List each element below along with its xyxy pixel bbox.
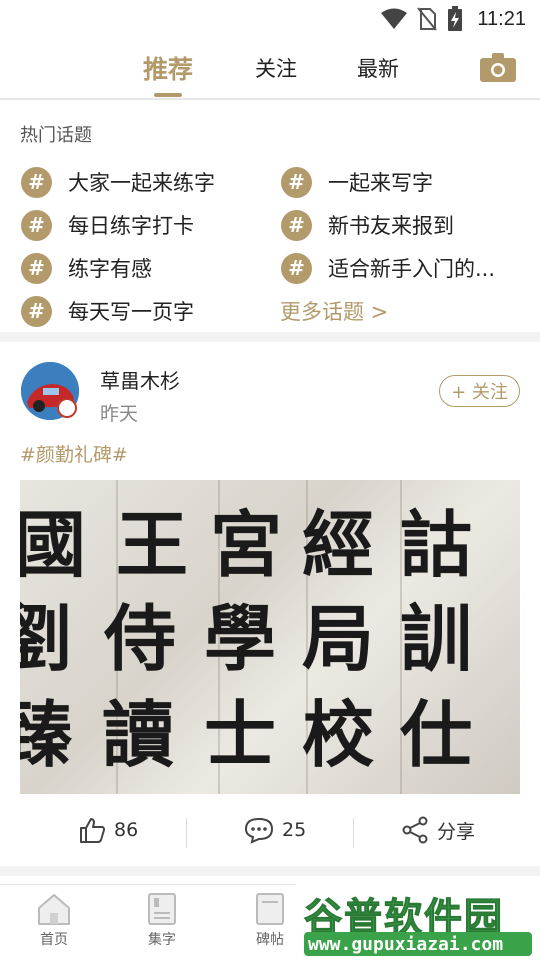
home-icon (38, 894, 70, 925)
status-bar: 11:21 (0, 0, 540, 38)
status-time: 11:21 (477, 7, 526, 30)
follow-button[interactable]: + 关注 (439, 375, 520, 407)
active-tab-indicator (154, 93, 182, 97)
post-time: 昨天 (100, 403, 139, 425)
nav-rubbings[interactable]: 碑帖 (235, 893, 305, 957)
topic-label: 每天写一页字 (68, 300, 194, 324)
wifi-icon (381, 8, 408, 29)
comment-button[interactable]: 25 (244, 806, 306, 854)
watermark-url: www.gupuxiazai.com (304, 932, 532, 956)
action-separator (353, 818, 354, 848)
calligraphy-char: 國 (20, 502, 87, 587)
calligraphy-char: 宮 (210, 502, 283, 587)
calligraphy-char: 侍 (104, 596, 177, 681)
nav-home[interactable]: 首页 (19, 893, 89, 957)
calligraphy-char: 學 (204, 596, 277, 681)
book-icon (148, 893, 176, 925)
top-divider (0, 98, 540, 100)
camera-icon (480, 53, 516, 82)
no-sim-icon (417, 7, 438, 31)
calligraphy-char: 詁 (400, 502, 473, 587)
topic-label: 大家一起来练字 (68, 171, 215, 195)
post-action-bar: 86 25 分享 (0, 806, 540, 854)
topic-item[interactable]: # 每日练字打卡 (21, 208, 194, 242)
calligraphy-char: 劉 (20, 596, 73, 681)
hashtag-icon: # (21, 252, 52, 284)
avatar-badge (57, 398, 77, 418)
like-button[interactable]: 86 (78, 806, 138, 854)
camera-button[interactable] (480, 52, 516, 84)
calligraphy-char: 局 (302, 596, 375, 681)
more-topics-link[interactable]: 更多话题 > (280, 296, 388, 326)
tab-latest-label: 最新 (357, 57, 399, 81)
thumbs-up-icon (80, 818, 105, 843)
topic-item[interactable]: # 每天写一页字 (21, 294, 194, 328)
topic-label: 每日练字打卡 (68, 214, 194, 238)
section-divider (0, 332, 540, 342)
tablet-icon (256, 893, 284, 925)
topic-label: 适合新手入门的... (328, 257, 496, 281)
comment-count: 25 (282, 819, 307, 841)
topic-item[interactable]: # 新书友来报到 (281, 208, 454, 242)
topic-item[interactable]: # 适合新手入门的... (281, 251, 495, 285)
tab-recommend[interactable]: 推荐 (128, 38, 208, 98)
hashtag-icon: # (281, 166, 312, 198)
calligraphy-char: 訓 (400, 596, 473, 681)
calligraphy-char: 臻 (20, 692, 73, 777)
nav-collect-chars[interactable]: 集字 (127, 893, 197, 957)
hashtag-icon: # (281, 209, 312, 241)
comment-icon (244, 817, 274, 844)
calligraphy-char: 讀 (102, 692, 175, 777)
nav-rubbings-label: 碑帖 (256, 932, 284, 948)
calligraphy-char: 仕 (400, 692, 473, 777)
top-tab-bar: 推荐 关注 最新 (0, 38, 540, 98)
calligraphy-char: 士 (204, 692, 277, 777)
battery-charging-icon (448, 6, 463, 31)
nav-home-label: 首页 (40, 932, 68, 948)
topic-item[interactable]: # 大家一起来练字 (21, 165, 215, 199)
post-tag[interactable]: #颜勤礼碑# (20, 440, 128, 467)
like-count: 86 (114, 819, 139, 841)
topic-label: 一起来写字 (328, 171, 433, 195)
calligraphy-char: 校 (302, 692, 375, 777)
share-icon (402, 816, 428, 844)
hashtag-icon: # (21, 166, 52, 198)
topic-item[interactable]: # 练字有感 (21, 251, 152, 285)
tab-recommend-label: 推荐 (142, 55, 193, 84)
calligraphy-char: 經 (302, 502, 375, 587)
topic-label: 新书友来报到 (328, 214, 454, 238)
section-divider (0, 866, 540, 876)
topic-label: 练字有感 (68, 257, 152, 281)
post-username[interactable]: 草畕木杉 (100, 365, 180, 394)
calligraphy-char: 王 (116, 502, 189, 587)
action-separator (186, 818, 187, 848)
hot-topics-title: 热门话题 (20, 125, 92, 146)
hashtag-icon: # (281, 252, 312, 284)
share-label: 分享 (437, 820, 476, 843)
hashtag-icon: # (21, 209, 52, 241)
tab-latest[interactable]: 最新 (338, 38, 418, 98)
post-image-calligraphy[interactable]: 國 王 宮 經 詁 劉 侍 學 局 訓 臻 讀 士 校 仕 (20, 480, 520, 794)
share-button[interactable]: 分享 (401, 806, 475, 854)
watermark-logo: 谷普软件园 www.gupuxiazai.com (296, 884, 540, 960)
tab-follow[interactable]: 关注 (236, 38, 316, 98)
tab-follow-label: 关注 (255, 57, 297, 81)
hashtag-icon: # (21, 295, 52, 327)
nav-collect-chars-label: 集字 (148, 932, 176, 948)
topic-item[interactable]: # 一起来写字 (281, 165, 433, 199)
